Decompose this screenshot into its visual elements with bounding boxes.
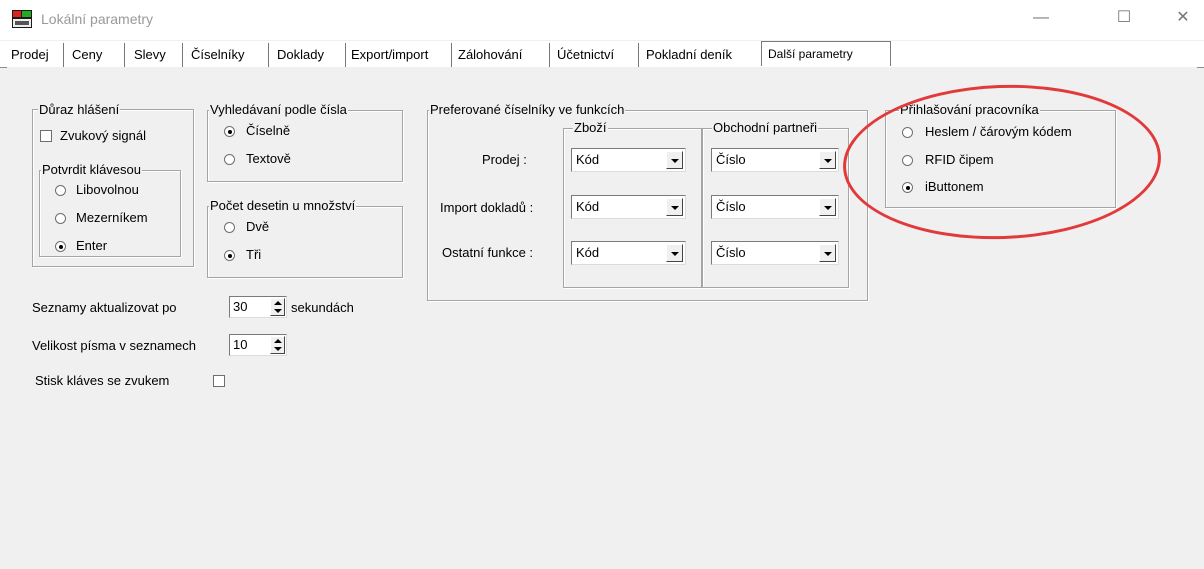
stisk-checkbox[interactable] [213,375,225,387]
velikost-spinner[interactable]: 10 [229,334,287,356]
zbozi-import-combo[interactable]: Kód [571,195,686,219]
tab-prodej[interactable]: Prodej [11,45,49,65]
partner-import-combo[interactable]: Číslo [711,195,839,219]
partneri-label: Obchodní partneři [712,120,819,135]
tab-dalsi-parametry[interactable]: Další parametry [761,41,891,66]
libovolnou-label: Libovolnou [76,182,139,197]
partner-ostatni-combo[interactable]: Číslo [711,241,839,265]
arrow-up-icon[interactable] [274,339,282,343]
window-title: Lokální parametry [41,11,154,27]
chevron-down-icon[interactable] [666,198,683,216]
radio-dve[interactable] [224,222,235,233]
tab-pokladni-denik[interactable]: Pokladní deník [646,45,732,65]
radio-tri[interactable] [224,250,235,261]
zbozi-label: Zboží [573,120,608,135]
zbozi-prodej-combo[interactable]: Kód [571,148,686,172]
radio-libovolnou[interactable] [55,185,66,196]
arrow-up-icon[interactable] [274,301,282,305]
row-label-ostatni: Ostatní funkce : [442,245,534,260]
pocet-desetin-label: Počet desetin u množství [209,198,357,213]
chevron-down-icon[interactable] [819,244,836,262]
zvukovy-signal-label: Zvukový signál [60,128,146,143]
combo-value: Kód [576,199,600,214]
seznamy-spinner[interactable]: 30 [229,296,287,318]
radio-enter[interactable] [55,241,66,252]
tab-slevy[interactable]: Slevy [134,45,166,65]
vyhledavani-group [207,110,403,182]
dve-label: Dvě [246,219,270,234]
tab-separator [124,43,125,67]
tab-separator [638,43,639,67]
combo-value: Číslo [716,245,746,260]
zbozi-ostatni-combo[interactable]: Kód [571,241,686,265]
ciselne-label: Číselně [246,123,291,138]
enter-label: Enter [76,238,108,253]
seznamy-label: Seznamy aktualizovat po [32,300,177,315]
zvukovy-signal-checkbox[interactable] [40,130,52,142]
chevron-down-icon[interactable] [819,151,836,169]
tab-separator [268,43,269,67]
combo-value: Kód [576,152,600,167]
seznamy-suffix: sekundách [291,300,354,315]
duraz-hlaseni-label: Důraz hlášení [38,102,121,117]
tab-separator [63,43,64,67]
row-label-prodej: Prodej : [482,152,527,167]
tab-export-import[interactable]: Export/import [351,45,428,65]
tab-separator [451,43,452,67]
tab-zalohovani[interactable]: Zálohování [458,45,522,65]
chevron-down-icon[interactable] [819,198,836,216]
tri-label: Tři [246,247,262,262]
spinner-value: 10 [233,337,248,352]
arrow-down-icon[interactable] [274,309,282,313]
app-icon [12,10,32,28]
title-bar: Lokální parametry — ☐ ✕ [0,0,1204,40]
spinner-buttons[interactable] [270,336,285,354]
arrow-down-icon[interactable] [274,347,282,351]
radio-ciselne[interactable] [224,126,235,137]
potvrdit-klavesou-label: Potvrdit klávesou [41,162,142,177]
chevron-down-icon[interactable] [666,151,683,169]
preferovane-ciselniky-label: Preferované číselníky ve funkcích [429,102,626,117]
tab-doklady[interactable]: Doklady [277,45,324,65]
combo-value: Kód [576,245,600,260]
mezernikem-label: Mezerníkem [76,210,148,225]
partner-prodej-combo[interactable]: Číslo [711,148,839,172]
stisk-label: Stisk kláves se zvukem [35,373,170,388]
vyhledavani-label: Vyhledávaní podle čísla [209,102,348,117]
row-label-import: Import dokladů : [440,200,534,215]
combo-value: Číslo [716,199,746,214]
tab-ucetnictvi[interactable]: Účetnictví [557,45,614,65]
velikost-label: Velikost písma v seznamech [32,338,197,353]
spinner-buttons[interactable] [270,298,285,316]
maximize-button[interactable]: ☐ [1109,6,1139,30]
chevron-down-icon[interactable] [666,244,683,262]
textove-label: Textově [246,151,291,166]
spinner-value: 30 [233,299,248,314]
tab-separator [549,43,550,67]
tab-ceny[interactable]: Ceny [72,45,102,65]
minimize-button[interactable]: — [1026,6,1056,30]
close-button[interactable]: ✕ [1168,6,1198,30]
tab-separator [182,43,183,67]
tab-ciselniky[interactable]: Číselníky [191,45,244,65]
radio-textove[interactable] [224,154,235,165]
radio-mezernikem[interactable] [55,213,66,224]
tab-separator [345,43,346,67]
combo-value: Číslo [716,152,746,167]
pocet-desetin-group [207,206,403,278]
